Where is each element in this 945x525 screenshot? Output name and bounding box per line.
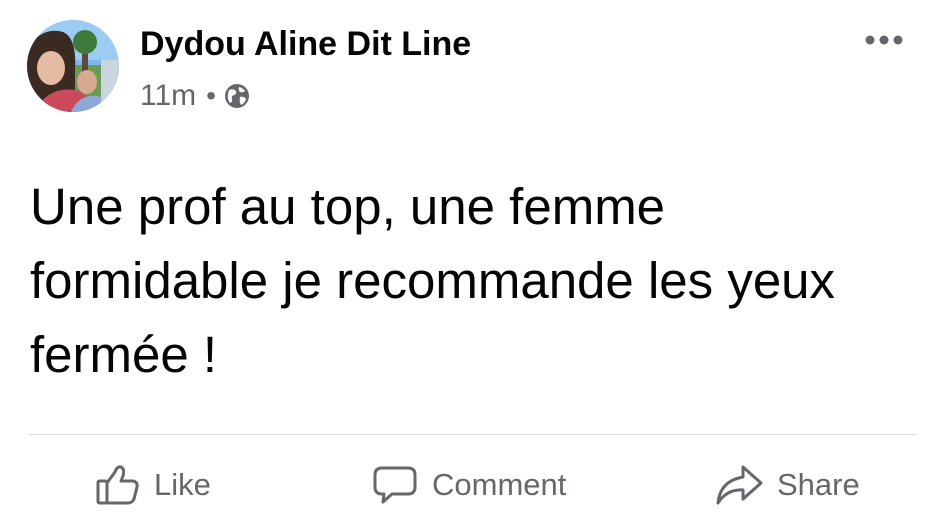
more-options-button[interactable] (859, 26, 909, 54)
post-timestamp[interactable]: 11m (140, 79, 196, 113)
meta-separator: • (206, 80, 216, 111)
share-icon (715, 463, 763, 507)
like-label: Like (154, 467, 211, 502)
comment-button[interactable]: Comment (372, 450, 566, 520)
post-actions-bar: Like Comment Share (0, 450, 945, 520)
divider (28, 434, 917, 435)
avatar[interactable] (27, 20, 119, 112)
share-button[interactable]: Share (715, 450, 860, 520)
thumbs-up-icon (96, 463, 140, 507)
author-name[interactable]: Dydou Aline Dit Line (140, 22, 471, 66)
globe-icon[interactable] (224, 83, 250, 109)
post-meta: 11m • (140, 76, 250, 116)
post-text: Une prof au top, une femme formidable je… (30, 178, 836, 383)
comment-label: Comment (432, 467, 567, 502)
avatar-photo (27, 20, 119, 112)
like-button[interactable]: Like (96, 450, 211, 520)
share-label: Share (777, 467, 860, 502)
comment-icon (372, 462, 418, 508)
more-options-icon (865, 35, 903, 45)
